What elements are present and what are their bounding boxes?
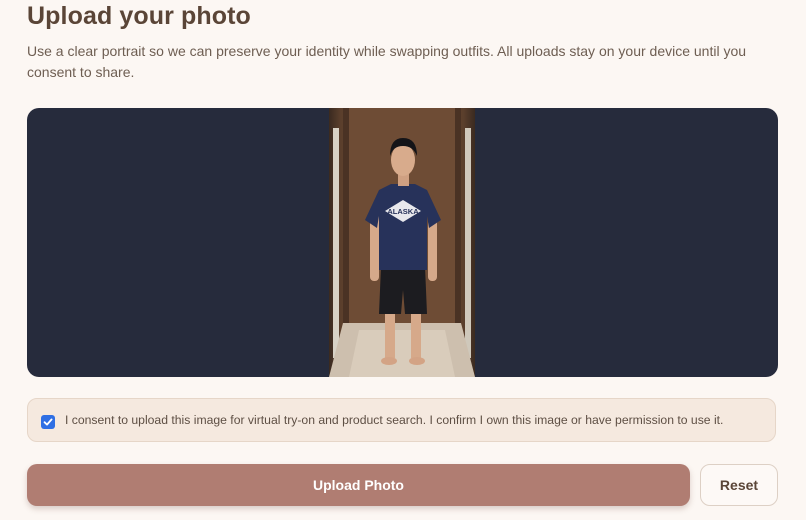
page-subtitle: Use a clear portrait so we can preserve …	[27, 43, 747, 80]
photo-preview: ALASKA	[27, 108, 778, 377]
consent-checkbox[interactable]	[41, 415, 55, 429]
consent-box: I consent to upload this image for virtu…	[27, 398, 776, 442]
page-title: Upload your photo	[27, 2, 251, 30]
person-photo-illustration: ALASKA	[329, 108, 475, 377]
shirt-logo-text: ALASKA	[387, 207, 419, 216]
consent-label: I consent to upload this image for virtu…	[65, 413, 724, 427]
checkmark-icon	[43, 418, 53, 426]
upload-page: Upload your photo Use a clear portrait s…	[0, 0, 806, 520]
reset-button[interactable]: Reset	[700, 464, 778, 506]
upload-photo-button[interactable]: Upload Photo	[27, 464, 690, 506]
uploaded-photo: ALASKA	[329, 108, 475, 377]
